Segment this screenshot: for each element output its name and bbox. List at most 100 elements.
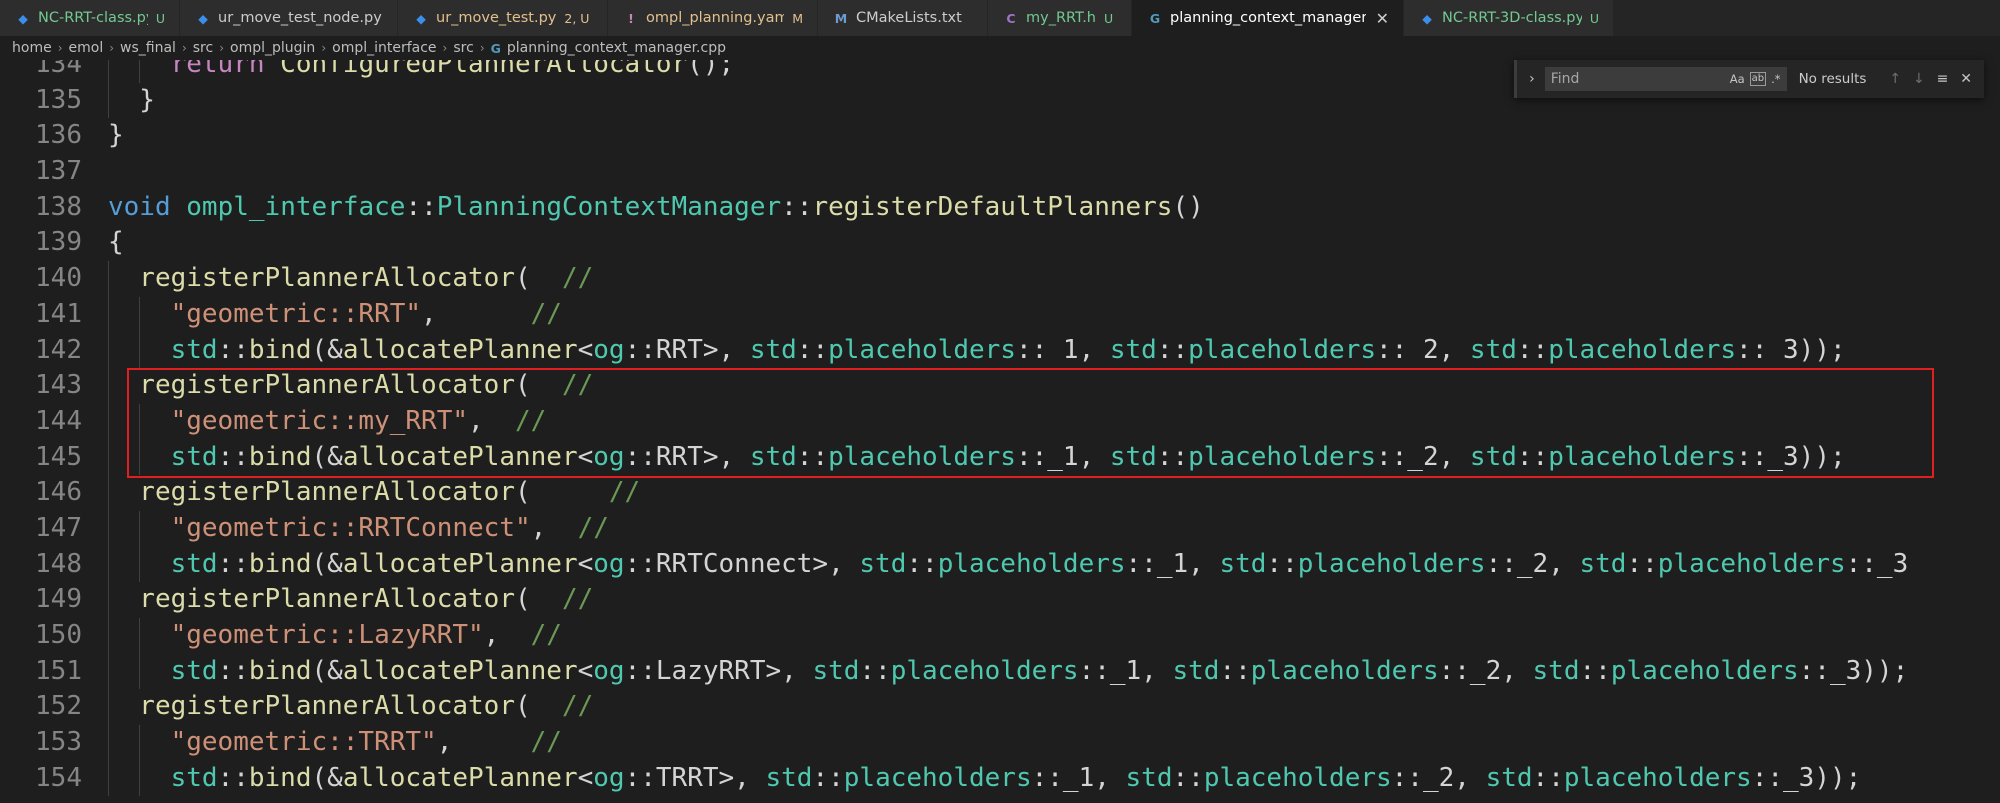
code-token: // bbox=[514, 405, 547, 436]
code-token: std bbox=[170, 548, 218, 579]
git-status-badge: U bbox=[155, 10, 165, 26]
breadcrumb-segment[interactable]: src bbox=[193, 40, 213, 56]
code-token: ::_3 bbox=[1845, 548, 1909, 579]
line-number: 144 bbox=[35, 405, 82, 436]
code-token: bind bbox=[248, 655, 312, 686]
code-token: bind bbox=[248, 441, 312, 472]
indent-guide bbox=[108, 475, 109, 511]
code-token: ( bbox=[514, 370, 562, 401]
code-token: placeholders bbox=[890, 655, 1079, 686]
code-text: registerPlannerAllocator( // bbox=[139, 582, 593, 618]
code-text: registerPlannerAllocator( // bbox=[139, 368, 593, 404]
close-tab-icon[interactable]: ✕ bbox=[1376, 9, 1389, 28]
code-token: :: bbox=[1266, 548, 1298, 579]
code-token: registerPlannerAllocator bbox=[139, 370, 515, 401]
next-match-icon[interactable]: ↓ bbox=[1907, 71, 1931, 87]
indent-guide bbox=[139, 510, 141, 547]
code-token: allocatePlanner bbox=[342, 441, 578, 472]
breadcrumb-file[interactable]: planning_context_manager.cpp bbox=[507, 40, 726, 56]
c-header-icon: C bbox=[1006, 10, 1016, 26]
code-token: ::RRT>, bbox=[624, 334, 750, 365]
close-find-icon[interactable]: ✕ bbox=[1954, 71, 1978, 87]
code-token: std bbox=[1109, 334, 1157, 365]
tab-1[interactable]: ◆ NC-RRT-class.py U bbox=[0, 0, 180, 36]
regex-icon[interactable]: .* bbox=[1771, 72, 1780, 86]
breadcrumb-segment[interactable]: src bbox=[453, 40, 473, 56]
find-result-count: No results bbox=[1798, 71, 1867, 87]
tab-7[interactable]: Gplanning_context_manager.cpp ✕ bbox=[1132, 0, 1404, 36]
code-token: :: bbox=[796, 441, 829, 472]
code-token: void bbox=[108, 191, 171, 222]
code-token: :: bbox=[812, 762, 844, 793]
code-token: () bbox=[1172, 191, 1204, 222]
code-token: , bbox=[421, 298, 531, 329]
line-number: 135 bbox=[35, 84, 82, 115]
code-token: std bbox=[749, 334, 797, 365]
code-token: < bbox=[577, 762, 594, 793]
breadcrumb-segment[interactable]: ws_final bbox=[120, 40, 176, 56]
code-token: std bbox=[1219, 548, 1267, 579]
editor-tab-bar: ◆ NC-RRT-class.py U ◆ ur_move_test_node.py ◆ u… bbox=[0, 0, 2000, 36]
code-token: placeholders bbox=[1188, 334, 1376, 365]
code-text: std::bind(&allocatePlanner<og::TRRT>, st… bbox=[171, 761, 1862, 797]
code-editor[interactable]: 134 return ConfiguredPlannerAllocator(); 1… bbox=[0, 60, 2000, 803]
toggle-replace-chevron-icon[interactable]: › bbox=[1523, 71, 1541, 87]
code-token: std bbox=[1172, 655, 1220, 686]
code-token: std bbox=[1579, 548, 1627, 579]
line-number: 145 bbox=[35, 441, 82, 472]
code-token: , bbox=[468, 405, 515, 436]
code-token: registerPlannerAllocator bbox=[139, 691, 515, 722]
tab-label: NC-RRT-class.py bbox=[38, 10, 148, 26]
breadcrumb-segment[interactable]: emol bbox=[69, 40, 104, 56]
code-text: "geometric::my_RRT", // bbox=[171, 404, 547, 440]
tab-8[interactable]: ◆ NC-RRT-3D-class.py U bbox=[1404, 0, 1614, 36]
line-number: 151 bbox=[35, 655, 82, 686]
code-token: :: bbox=[859, 655, 891, 686]
code-token: (& bbox=[311, 334, 343, 365]
indent-guide bbox=[108, 332, 109, 369]
tab-4[interactable]: ! ompl_planning.yaml M bbox=[608, 0, 818, 36]
code-token: // bbox=[561, 263, 594, 294]
indent-guide bbox=[108, 60, 109, 83]
code-text: "geometric::TRRT", // bbox=[171, 725, 562, 761]
tab-5[interactable]: M CMakeLists.txt bbox=[818, 0, 988, 36]
code-token: } bbox=[108, 120, 124, 151]
code-token: placeholders bbox=[828, 441, 1016, 472]
code-token: allocatePlanner bbox=[342, 548, 578, 579]
code-token: (& bbox=[311, 762, 343, 793]
indent-guide bbox=[108, 296, 109, 333]
code-token: std bbox=[1469, 334, 1517, 365]
code-text: return ConfiguredPlannerAllocator(); bbox=[171, 60, 735, 83]
match-case-icon[interactable]: Aa bbox=[1730, 72, 1745, 86]
breadcrumb-segment[interactable]: home bbox=[12, 40, 52, 56]
indent-guide bbox=[108, 82, 109, 119]
line-number: 153 bbox=[35, 727, 82, 758]
indent-guide bbox=[139, 439, 141, 476]
tab-label: NC-RRT-3D-class.py bbox=[1442, 10, 1582, 26]
tab-label: ompl_planning.yaml bbox=[646, 10, 785, 26]
line-number: 143 bbox=[35, 370, 82, 401]
code-text: "geometric::RRT", // bbox=[171, 297, 562, 333]
breadcrumb-segment[interactable]: ompl_plugin bbox=[230, 40, 315, 56]
tab-2[interactable]: ◆ ur_move_test_node.py bbox=[180, 0, 398, 36]
indent-guide bbox=[139, 403, 141, 440]
breadcrumb-separator-icon: › bbox=[321, 41, 327, 55]
code-token: ConfiguredPlannerAllocator bbox=[280, 60, 688, 79]
find-options: Aa ab .* bbox=[1727, 67, 1787, 91]
tab-label: ur_move_test_node.py bbox=[218, 10, 382, 26]
code-token: "geometric::TRRT" bbox=[170, 727, 437, 758]
tab-3[interactable]: ◆ ur_move_test.py 2, U bbox=[398, 0, 608, 36]
code-token: // bbox=[577, 512, 609, 543]
code-token: :: bbox=[796, 334, 829, 365]
code-text: std::bind(&allocatePlanner<og::LazyRRT>,… bbox=[171, 654, 1909, 690]
breadcrumb-segment[interactable]: ompl_interface bbox=[332, 40, 436, 56]
find-in-selection-icon[interactable]: ≡ bbox=[1931, 71, 1955, 87]
whole-word-icon[interactable]: ab bbox=[1749, 72, 1767, 86]
line-number: 150 bbox=[35, 620, 82, 650]
previous-match-icon[interactable]: ↑ bbox=[1883, 71, 1907, 87]
find-input[interactable] bbox=[1544, 67, 1730, 91]
code-token: ::_1, bbox=[1078, 655, 1173, 686]
tab-6[interactable]: Cmy_RRT.h U bbox=[988, 0, 1132, 36]
code-token: PlanningContextManager bbox=[436, 191, 782, 222]
breadcrumb-separator-icon: › bbox=[442, 41, 448, 55]
